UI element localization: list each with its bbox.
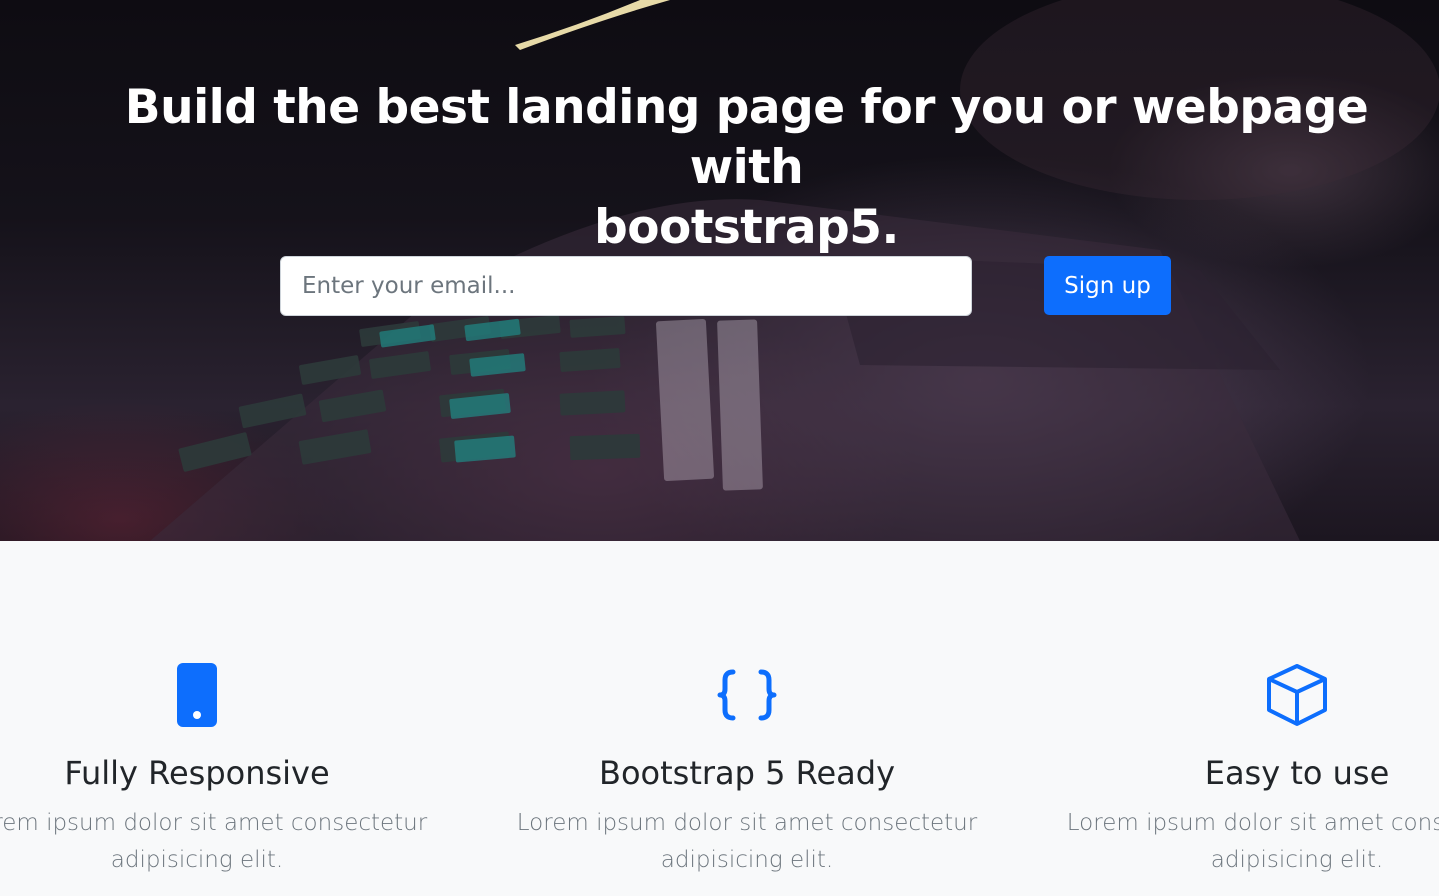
feature-desc-line2: adipisicing elit.	[1210, 847, 1384, 873]
feature-desc-line2: adipisicing elit.	[660, 847, 834, 873]
feature-title: Easy to use	[1204, 754, 1390, 792]
signup-button[interactable]: Sign up	[1044, 256, 1171, 315]
hero-section: Build the best landing page for you or w…	[0, 0, 1439, 541]
feature-description: Lorem ipsum dolor sit amet consectetur a…	[507, 805, 987, 879]
box-icon	[1057, 663, 1439, 727]
features-section: Fully Responsive Lorem ipsum dolor sit a…	[0, 541, 1439, 896]
feature-desc-line1: Lorem ipsum dolor sit amet consectetur	[516, 810, 978, 836]
hero-title: Build the best landing page for you or w…	[120, 78, 1373, 258]
feature-title: Fully Responsive	[64, 754, 330, 792]
braces-icon	[507, 663, 987, 727]
hero-title-line2: bootstrap5.	[594, 200, 899, 255]
feature-title: Bootstrap 5 Ready	[599, 754, 895, 792]
feature-desc-line1: Lorem ipsum dolor sit amet consectetur	[1066, 810, 1439, 836]
feature-description: Lorem ipsum dolor sit amet consectetur a…	[1057, 805, 1439, 879]
phone-icon	[0, 663, 437, 727]
feature-desc-line2: adipisicing elit.	[110, 847, 284, 873]
email-input[interactable]	[280, 256, 972, 316]
hero-title-line1: Build the best landing page for you or w…	[124, 80, 1369, 195]
feature-desc-line1: Lorem ipsum dolor sit amet consectetur	[0, 810, 428, 836]
feature-description: Lorem ipsum dolor sit amet consectetur a…	[0, 805, 437, 879]
